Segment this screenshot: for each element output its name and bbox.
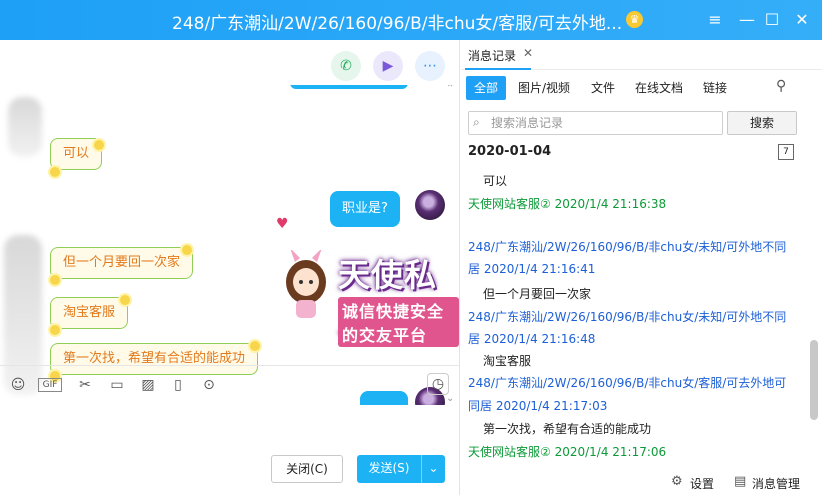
filter-files[interactable]: 文件: [583, 76, 623, 100]
settings-button[interactable]: 设置: [690, 475, 714, 492]
voice-call-icon[interactable]: ✆: [331, 51, 361, 81]
message-list: ⌃ 可以 职业是? 但一个月要回一次家 淘宝客服 第一次找，希望有合适的能成功 …: [0, 85, 460, 405]
record-sender: 248/广东潮汕/2W/26/160/96/B/非chu女/未知/可外地不同: [468, 310, 787, 324]
chat-pane: ✆ ▶ ⋯ ⌃ 可以 职业是? 但一个月要回一次家 淘宝客服 第一次找，希望有合…: [0, 40, 460, 495]
more-icon[interactable]: ⋯: [415, 51, 445, 81]
heart-icon: ♥: [276, 216, 289, 232]
filter-icon[interactable]: ⚲: [776, 78, 786, 94]
chat-message-self: 职业是?: [330, 191, 400, 227]
chat-message: 淘宝客服: [50, 297, 129, 329]
tab-history[interactable]: 消息记录: [468, 47, 516, 64]
chat-message: 但一个月要回一次家: [50, 247, 194, 279]
send-button[interactable]: 发送(S): [357, 455, 421, 483]
history-clock-icon[interactable]: ◷: [427, 373, 449, 395]
panel-tabbar: 消息记录 ✕: [461, 40, 822, 70]
message-manage-icon[interactable]: ▤: [734, 474, 746, 489]
send-options-chevron-icon[interactable]: ⌄: [421, 455, 445, 483]
flower-decoration: [250, 341, 260, 351]
menu-icon[interactable]: ≡: [703, 8, 727, 32]
composer-toolbar: ☺ GIF ✂ ▭ ▨ ▯ ⊙ ◷: [0, 365, 460, 405]
avatar: [415, 190, 445, 220]
close-window-button[interactable]: ✕: [790, 8, 814, 32]
flower-decoration: [94, 140, 104, 150]
record-sender: 居 2020/1/4 21:16:48: [468, 332, 596, 346]
flower-decoration: [50, 167, 60, 177]
folder-icon[interactable]: ▭: [107, 375, 127, 395]
watermark-girl-icon: [286, 250, 326, 318]
video-call-icon[interactable]: ▶: [373, 51, 403, 81]
close-tab-icon[interactable]: ✕: [523, 46, 533, 60]
search-button[interactable]: 搜索: [727, 111, 797, 135]
gif-icon[interactable]: GIF: [38, 378, 62, 392]
settings-icon[interactable]: ⚙: [671, 474, 683, 489]
close-button[interactable]: 关闭(C): [271, 455, 343, 483]
flower-decoration: [120, 295, 130, 305]
record-text: 但一个月要回一次家: [483, 287, 592, 301]
date-heading: 2020-01-04: [468, 144, 552, 159]
record-sender: 同居 2020/1/4 21:17:03: [468, 399, 608, 413]
panel-footer: ⚙ 设置 ▤ 消息管理: [461, 470, 822, 495]
record-sender: 天使网站客服② 2020/1/4 21:17:06: [468, 445, 667, 459]
emoji-icon[interactable]: ☺: [8, 375, 28, 395]
record-text: 淘宝客服: [483, 354, 532, 368]
partial-bubble: [290, 85, 408, 89]
message-manage-button[interactable]: 消息管理: [752, 475, 800, 492]
record-sender: 居 2020/1/4 21:16:41: [468, 262, 596, 276]
flower-decoration: [50, 275, 60, 285]
active-tab-indicator: [465, 68, 531, 70]
watermark-subtitle: 诚信快捷安全的交友平台: [338, 297, 459, 347]
scissors-icon[interactable]: ✂: [75, 375, 95, 395]
avatar: [8, 97, 42, 157]
history-panel: 消息记录 ✕ 全部 图片/视频 文件 在线文档 链接 ⚲ ⌕ 搜索消息记录 搜索…: [461, 40, 822, 495]
chevron-up-icon[interactable]: ⌃: [446, 85, 454, 94]
record-text: 第一次找，希望有合适的能成功: [483, 422, 652, 436]
record-sender: 天使网站客服② 2020/1/4 21:16:38: [468, 197, 667, 211]
scrollbar[interactable]: [810, 340, 818, 420]
flower-decoration: [182, 245, 192, 255]
record-text: 可以: [483, 174, 508, 188]
crown-icon: ♛: [626, 11, 643, 28]
filter-docs[interactable]: 在线文档: [627, 76, 691, 100]
record-sender: 248/广东潮汕/2W/26/160/96/B/非chu女/客服/可去外地可: [468, 376, 787, 390]
window-title: 248/广东潮汕/2W/26/160/96/B/非chu女/客服/可去外地...: [172, 14, 623, 34]
filter-all[interactable]: 全部: [466, 76, 507, 100]
search-input[interactable]: 搜索消息记录: [468, 111, 723, 135]
screen-share-icon[interactable]: ▯: [168, 375, 188, 395]
more-options-icon[interactable]: ⊙: [199, 375, 219, 395]
flower-decoration: [50, 325, 60, 335]
filter-media[interactable]: 图片/视频: [510, 76, 578, 100]
image-icon[interactable]: ▨: [138, 375, 158, 395]
calendar-icon[interactable]: 7: [778, 144, 794, 160]
record-sender: 248/广东潮汕/2W/26/160/96/B/非chu女/未知/可外地不同: [468, 240, 787, 254]
filter-links[interactable]: 链接: [695, 76, 735, 100]
maximize-button[interactable]: ☐: [760, 8, 784, 32]
title-bar: 248/广东潮汕/2W/26/160/96/B/非chu女/客服/可去外地...…: [0, 0, 822, 40]
minimize-button[interactable]: —: [735, 8, 759, 32]
